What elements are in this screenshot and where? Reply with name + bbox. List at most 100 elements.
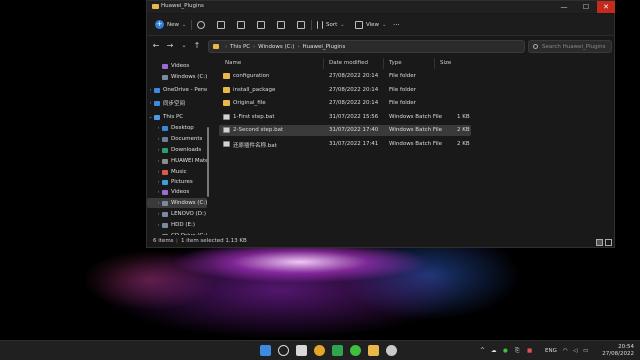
wechat-tray-icon[interactable]: ● xyxy=(503,341,508,360)
breadcrumb-windows-c[interactable]: Windows (C:) xyxy=(258,44,294,50)
file-row[interactable]: install_package 27/08/2022 20:14 File fold… xyxy=(219,85,471,96)
minimize-button[interactable]: — xyxy=(554,1,574,13)
column-header-type[interactable]: Type xyxy=(389,60,402,66)
sort-icon xyxy=(317,20,323,29)
sidebar-item[interactable]: › HUAWEI MatePa xyxy=(147,156,207,166)
sidebar-scrollbar[interactable] xyxy=(207,127,209,197)
wechat-taskbar-icon[interactable] xyxy=(350,345,361,356)
expand-chevron-icon[interactable]: › xyxy=(155,159,162,164)
new-label: New xyxy=(167,21,179,28)
app-circle-taskbar-icon[interactable] xyxy=(386,345,397,356)
expand-chevron-icon[interactable]: › xyxy=(155,212,162,217)
clock-date: 27/08/2022 xyxy=(602,351,634,357)
new-button[interactable]: + New ⌄ xyxy=(155,18,186,31)
breadcrumb-huawei-plugins[interactable]: Huawei_Plugins xyxy=(302,44,345,50)
clock[interactable]: 20:54 27/08/2022 xyxy=(594,344,634,358)
column-divider[interactable] xyxy=(434,58,435,69)
expand-chevron-icon[interactable]: › xyxy=(155,170,162,175)
file-row[interactable]: 2-Second step.bat 31/07/2022 17:40 Windows… xyxy=(219,125,471,136)
language-indicator[interactable]: ENG xyxy=(545,341,557,360)
sidebar-item[interactable]: › Music xyxy=(147,167,207,177)
close-button[interactable]: ✕ xyxy=(597,1,615,13)
cut-button[interactable] xyxy=(197,18,208,31)
status-separator: | xyxy=(176,238,178,244)
title-bar[interactable]: Huawei_Plugins — ☐ ✕ xyxy=(147,1,615,13)
expand-chevron-icon[interactable]: › xyxy=(155,126,162,131)
expand-chevron-icon[interactable]: › xyxy=(155,180,162,185)
up-button[interactable]: ↑ xyxy=(192,41,202,51)
wifi-icon[interactable]: ◠ xyxy=(563,341,568,360)
sidebar-item[interactable]: › CD Drive (G:) Hi xyxy=(147,231,207,235)
search-input[interactable]: Search Huawei_Plugins xyxy=(528,40,612,53)
chrome-taskbar-icon[interactable] xyxy=(314,345,325,356)
window-title: Huawei_Plugins xyxy=(161,3,204,9)
sidebar-item[interactable]: › Desktop xyxy=(147,123,207,133)
column-header-size[interactable]: Size xyxy=(440,60,451,66)
details-view-button[interactable] xyxy=(596,239,603,246)
column-header-name[interactable]: Name xyxy=(225,60,241,66)
wechat-green-taskbar-icon[interactable] xyxy=(332,345,343,356)
column-divider[interactable] xyxy=(323,58,324,69)
expand-chevron-icon[interactable]: › xyxy=(155,234,162,236)
folder-icon xyxy=(223,73,230,79)
maximize-button[interactable]: ☐ xyxy=(576,1,596,13)
file-date: 31/07/2022 17:40 xyxy=(329,127,379,133)
back-button[interactable]: ← xyxy=(151,41,161,51)
view-button[interactable]: View ⌄ xyxy=(355,18,386,31)
forward-button[interactable]: → xyxy=(165,41,175,51)
more-options-button[interactable]: ··· xyxy=(393,18,400,31)
breadcrumb-this-pc[interactable]: This PC xyxy=(230,44,250,50)
sidebar-item[interactable]: › Documents xyxy=(147,134,207,144)
sidebar-item[interactable]: ⌄ This PC xyxy=(147,112,207,122)
expand-chevron-icon[interactable]: › xyxy=(147,88,154,93)
address-bar[interactable]: › This PC › Windows (C:) › Huawei_Plugin… xyxy=(208,40,579,53)
expand-chevron-icon[interactable]: › xyxy=(147,101,154,106)
sidebar-item[interactable]: › OneDrive - Person xyxy=(147,85,207,95)
sidebar-item-label: LENOVO (D:) xyxy=(171,211,207,217)
sidebar-item[interactable]: › Pictures xyxy=(147,177,207,187)
tiles-view-button[interactable] xyxy=(605,239,612,246)
file-type: Windows Batch File xyxy=(389,127,443,133)
expand-chevron-icon[interactable]: › xyxy=(155,201,162,206)
volume-icon[interactable]: ◁ xyxy=(573,341,577,360)
cloud-icon[interactable]: ☁ xyxy=(491,341,497,360)
sort-button[interactable]: Sort ⌄ xyxy=(317,18,344,31)
search-taskbar-icon[interactable] xyxy=(278,345,289,356)
sidebar-item-label: OneDrive - Person xyxy=(163,87,207,93)
file-row[interactable]: Original_file 27/08/2022 20:14 File folder xyxy=(219,98,471,109)
sidebar-item[interactable]: Windows (C:) xyxy=(147,72,207,82)
paste-button[interactable] xyxy=(237,18,248,31)
column-divider[interactable] xyxy=(383,58,384,69)
start-taskbar-icon[interactable] xyxy=(260,345,271,356)
sidebar-item[interactable]: › Videos xyxy=(147,187,207,197)
column-header-date[interactable]: Date modified xyxy=(329,60,368,66)
paste-icon xyxy=(237,20,245,29)
sidebar-item[interactable]: › LENOVO (D:) xyxy=(147,209,207,219)
sidebar-item[interactable]: › Windows (C:) xyxy=(147,198,207,208)
show-hidden-icons[interactable]: ^ xyxy=(480,341,485,360)
task-view-taskbar-icon[interactable] xyxy=(296,345,307,356)
expand-chevron-icon[interactable]: › xyxy=(155,223,162,228)
battery-icon[interactable]: ▭ xyxy=(583,341,588,360)
expand-chevron-icon[interactable]: ⌄ xyxy=(147,115,154,120)
antivirus-icon[interactable]: ■ xyxy=(527,341,532,360)
copy-button[interactable] xyxy=(217,18,228,31)
location-icon xyxy=(162,200,168,206)
delete-button[interactable] xyxy=(297,18,308,31)
sidebar-item[interactable]: › Downloads xyxy=(147,145,207,155)
expand-chevron-icon[interactable]: › xyxy=(155,137,162,142)
expand-chevron-icon[interactable]: › xyxy=(155,148,162,153)
usb-icon[interactable]: ⎘ xyxy=(515,341,519,360)
file-row[interactable]: 还原插件名称.bat 31/07/2022 17:41 Windows Batch … xyxy=(219,139,471,150)
sidebar-item[interactable]: › HDD (E:) xyxy=(147,220,207,230)
share-button[interactable] xyxy=(277,18,288,31)
rename-button[interactable] xyxy=(257,18,268,31)
sidebar-item[interactable]: › 同步空间 xyxy=(147,98,207,108)
file-row[interactable]: 1-First step.bat 31/07/2022 15:56 Windows … xyxy=(219,112,471,123)
file-explorer-taskbar-icon[interactable] xyxy=(368,345,379,356)
file-row[interactable]: configuration 27/08/2022 20:14 File folder xyxy=(219,71,471,82)
recent-locations-button[interactable]: ⌄ xyxy=(179,41,189,51)
expand-chevron-icon[interactable]: › xyxy=(155,190,162,195)
sidebar-item[interactable]: Videos xyxy=(147,61,207,71)
file-name: Original_file xyxy=(233,100,266,106)
